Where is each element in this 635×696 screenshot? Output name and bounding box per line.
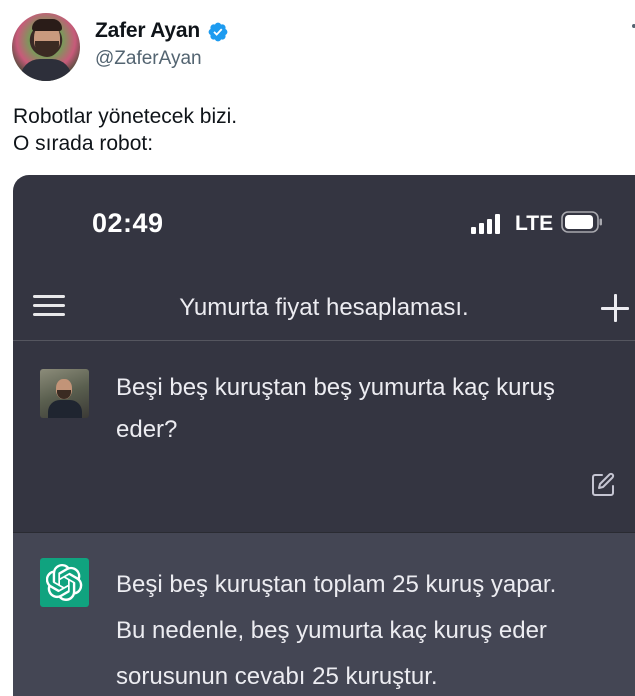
network-label: LTE [515, 212, 554, 235]
user-avatar [40, 369, 89, 418]
openai-logo-icon [46, 564, 83, 601]
verified-badge-icon [208, 22, 228, 42]
tweet-text: Robotlar yönetecek bizi. O sırada robot: [13, 103, 237, 157]
chat-title: Yumurta fiyat hesaplaması. [179, 294, 469, 321]
avatar-beard [35, 41, 59, 57]
battery-icon [561, 211, 602, 233]
assistant-message-line: Beşi beş kuruştan toplam 25 kuruş yapar. [116, 571, 557, 598]
assistant-message-line: Bu nedenle, beş yumurta kaç kuruş eder [116, 617, 547, 644]
more-options-icon[interactable] [620, 14, 635, 38]
user-message-text: Beşi beş kuruştan beş yumurta kaç kuruş … [116, 374, 555, 443]
user-message: Beşi beş kuruştan beş yumurta kaç kuruş … [13, 341, 635, 533]
status-bar-time: 02:49 [92, 208, 164, 238]
assistant-avatar [40, 558, 89, 607]
signal-bars-icon [471, 212, 503, 234]
user-avatar-beard [57, 390, 71, 399]
user-avatar-shirt [48, 400, 82, 418]
tweet-text-line: Robotlar yönetecek bizi. [13, 105, 238, 128]
author-handle[interactable]: @ZaferAyan [95, 48, 202, 70]
plus-icon[interactable] [601, 294, 629, 322]
author-avatar[interactable] [12, 13, 80, 81]
avatar-hair [32, 19, 62, 31]
edit-icon[interactable] [590, 472, 616, 498]
assistant-message: Beşi beş kuruştan toplam 25 kuruş yapar.… [13, 533, 635, 696]
chat-nav-bar: Yumurta fiyat hesaplaması. [13, 283, 635, 341]
author-display-name[interactable]: Zafer Ayan [95, 19, 200, 43]
assistant-message-text: Beşi beş kuruştan toplam 25 kuruş yapar.… [116, 562, 616, 696]
assistant-message-line: sorusunun cevabı 25 kuruştur. [116, 663, 438, 690]
tweet-text-line: O sırada robot: [13, 132, 154, 155]
avatar-shirt [20, 59, 72, 81]
tweet-media-image[interactable]: 02:49 LTE Yumurta fiyat hesaplaması. Beş… [13, 175, 635, 696]
